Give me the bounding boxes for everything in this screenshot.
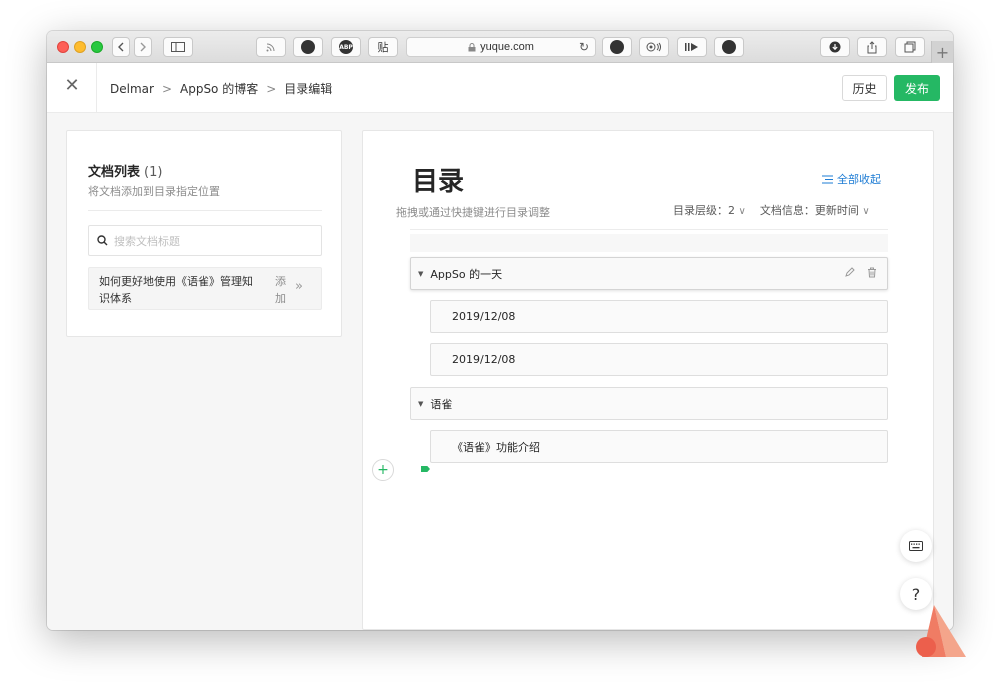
extension-button-2[interactable] <box>602 37 632 57</box>
tabs-icon <box>904 41 916 53</box>
doc-list-item[interactable]: 如何更好地使用《语雀》管理知识体系 添加 » <box>88 267 322 310</box>
tabs-overview-button[interactable] <box>895 37 925 57</box>
toc-hint: 拖拽或通过快捷键进行目录调整 <box>396 206 550 219</box>
chevron-right-icon: > <box>161 81 172 96</box>
extension-button-1[interactable] <box>293 37 323 57</box>
grammarly-icon <box>722 40 736 54</box>
breadcrumb: Delmar > AppSo 的博客 > 目录编辑 <box>110 80 332 97</box>
browser-toolbar: ABP 贴 yuque.com ↻ + <box>47 31 953 63</box>
toc-node[interactable]: ▼ AppSo 的一天 <box>410 257 888 290</box>
close-icon[interactable]: ✕ <box>63 77 81 95</box>
doc-list-subtitle: 将文档添加到目录指定位置 <box>88 185 220 198</box>
toc-level-label: 目录层级：2 <box>673 204 735 217</box>
toc-node[interactable]: ▼ 语雀 <box>410 387 888 420</box>
doc-info-dropdown[interactable]: 文档信息：更新时间 ∨ <box>760 202 870 218</box>
search-placeholder: 搜索文档标题 <box>114 234 180 248</box>
radio-icon <box>646 42 661 52</box>
browser-window: ABP 贴 yuque.com ↻ + ✕ Delmar > AppSo 的博客… <box>47 31 953 630</box>
plus-icon: + <box>377 462 389 478</box>
tag-icon <box>421 466 430 472</box>
downloads-button[interactable] <box>820 37 850 57</box>
extension-button-4[interactable] <box>677 37 707 57</box>
chevron-right-icon <box>140 42 146 52</box>
caret-down-icon[interactable]: ▼ <box>418 270 423 278</box>
sidebar-toggle-button[interactable] <box>163 37 193 57</box>
play-skip-icon <box>685 43 698 51</box>
edit-icon[interactable] <box>845 267 855 277</box>
minimize-window-button[interactable] <box>74 41 86 53</box>
doc-info-label: 文档信息：更新时间 <box>759 204 859 217</box>
toc-node[interactable]: 《语雀》功能介绍 <box>430 430 888 463</box>
paste-extension-button[interactable]: 贴 <box>368 37 398 57</box>
breadcrumb-book[interactable]: AppSo 的博客 <box>180 80 258 97</box>
new-tab-button[interactable]: + <box>931 41 953 63</box>
toc-node-label: 语雀 <box>430 397 453 411</box>
doc-list-title-text: 文档列表 <box>88 165 141 180</box>
editor-header: ✕ Delmar > AppSo 的博客 > 目录编辑 历史 发布 <box>47 63 953 113</box>
chevron-down-icon: ∨ <box>862 206 870 217</box>
paste-icon: 贴 <box>377 41 389 54</box>
back-button[interactable] <box>112 37 130 57</box>
toc-settings: 目录层级：2 ∨ 文档信息：更新时间 ∨ <box>673 202 870 218</box>
toc-drop-zone <box>410 234 888 252</box>
search-icon <box>97 235 108 246</box>
doc-list-count: (1) <box>144 165 163 180</box>
url-text: yuque.com <box>480 41 534 53</box>
divider <box>88 210 322 211</box>
rss-button[interactable] <box>256 37 286 57</box>
sidebar-icon <box>171 42 185 52</box>
double-chevron-right-icon[interactable]: » <box>295 279 303 294</box>
extension-button-5[interactable] <box>714 37 744 57</box>
toc-node-label: 2019/12/08 <box>452 310 516 323</box>
collapse-all-button[interactable]: 全部收起 <box>822 171 881 187</box>
toc-node-label: AppSo 的一天 <box>430 267 503 281</box>
caret-down-icon[interactable]: ▼ <box>418 400 423 408</box>
history-button[interactable]: 历史 <box>842 75 887 101</box>
trash-icon[interactable] <box>867 267 877 278</box>
header-divider <box>96 63 97 113</box>
adblock-button[interactable]: ABP <box>331 37 361 57</box>
toc-node[interactable]: 2019/12/08 <box>430 343 888 376</box>
keyboard-shortcuts-button[interactable] <box>900 530 932 562</box>
forward-button[interactable] <box>134 37 152 57</box>
zoom-window-button[interactable] <box>91 41 103 53</box>
collapse-list-icon <box>822 175 833 183</box>
add-node-button[interactable]: + <box>372 459 394 481</box>
share-icon <box>867 40 877 53</box>
lock-icon <box>468 42 476 51</box>
chevron-right-icon: > <box>266 81 277 96</box>
doc-list-title: 文档列表 (1) <box>88 161 162 180</box>
adblock-icon: ABP <box>339 40 353 54</box>
toc-level-dropdown[interactable]: 目录层级：2 ∨ <box>673 202 746 218</box>
chevron-left-icon <box>118 42 124 52</box>
breadcrumb-current: 目录编辑 <box>284 82 333 96</box>
breadcrumb-user[interactable]: Delmar <box>110 82 154 96</box>
share-button[interactable] <box>857 37 887 57</box>
doc-list-panel: 文档列表 (1) 将文档添加到目录指定位置 搜索文档标题 如何更好地使用《语雀》管… <box>66 130 342 337</box>
toc-title: 目录 <box>412 167 465 197</box>
keyboard-icon <box>909 541 923 551</box>
divider <box>410 229 888 230</box>
close-window-button[interactable] <box>57 41 69 53</box>
app-body: ✕ Delmar > AppSo 的博客 > 目录编辑 历史 发布 文档列表 (1… <box>47 63 953 630</box>
rss-icon <box>266 43 275 52</box>
toc-node-label: 2019/12/08 <box>452 353 516 366</box>
toc-panel: 目录 全部收起 拖拽或通过快捷键进行目录调整 目录层级：2 ∨ 文档信息：更新时… <box>362 130 934 630</box>
collapse-all-label: 全部收起 <box>837 173 881 186</box>
toc-node-label: 《语雀》功能介绍 <box>452 440 540 454</box>
add-doc-button[interactable]: 添加 <box>275 273 289 307</box>
toc-node-actions <box>845 267 877 278</box>
extension-button-3[interactable] <box>639 37 669 57</box>
puzzle-icon <box>610 40 624 54</box>
address-bar[interactable]: yuque.com ↻ <box>406 37 596 57</box>
bomb-icon <box>301 40 315 54</box>
reload-icon[interactable]: ↻ <box>579 40 589 54</box>
doc-list-item-title: 如何更好地使用《语雀》管理知识体系 <box>99 275 253 305</box>
doc-search-input[interactable]: 搜索文档标题 <box>88 225 322 256</box>
appso-logo <box>916 605 966 657</box>
download-icon <box>829 41 841 53</box>
toc-node[interactable]: 2019/12/08 <box>430 300 888 333</box>
publish-button[interactable]: 发布 <box>894 75 940 101</box>
chevron-down-icon: ∨ <box>738 206 746 217</box>
